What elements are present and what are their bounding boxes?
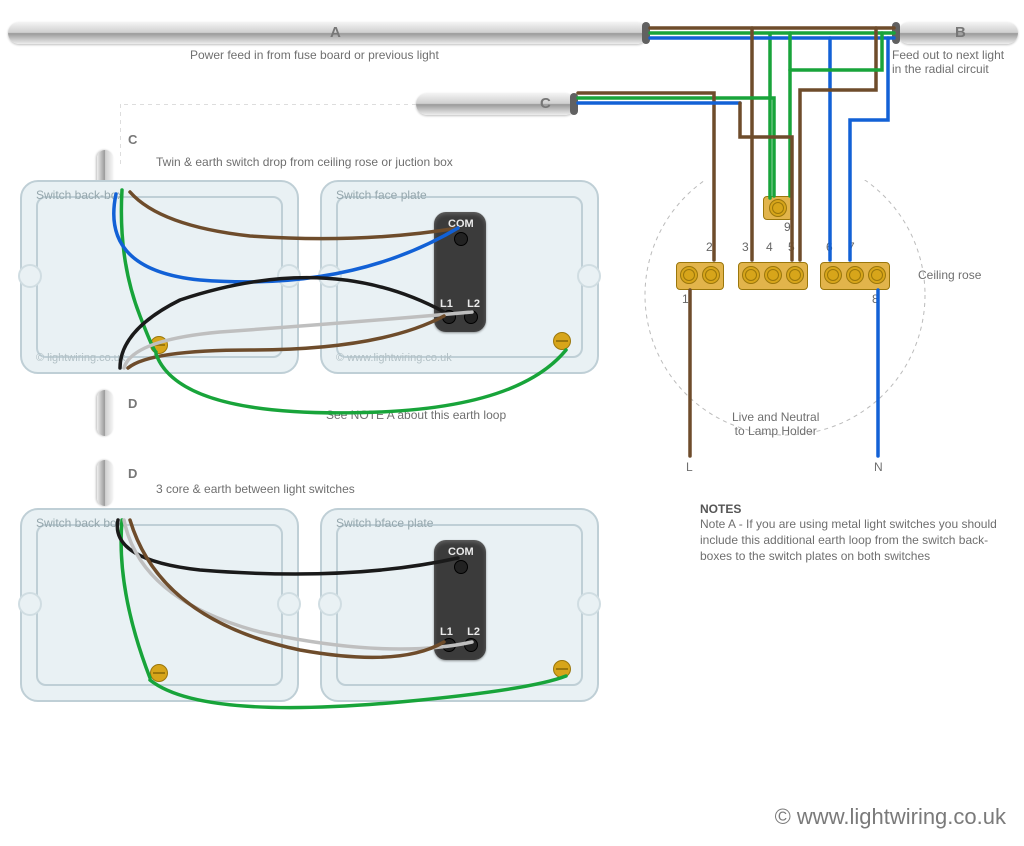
cable-C-desc: Twin & earth switch drop from ceiling ro… — [156, 155, 453, 169]
cable-C-vert-letter: C — [128, 132, 137, 147]
earth-terminal-1 — [150, 336, 168, 354]
N-label: N — [874, 460, 883, 474]
switch2-l1: L1 — [440, 626, 453, 638]
switch1-com: COM — [448, 218, 474, 230]
footer-copyright: © www.lightwiring.co.uk — [775, 804, 1006, 830]
back-box-1-label: Switch back-box — [36, 188, 123, 202]
cable-D-letter-2: D — [128, 466, 137, 481]
cable-A-end — [642, 22, 650, 44]
rose-n7: 7 — [848, 240, 855, 254]
rose-n8: 8 — [872, 292, 879, 306]
cable-A — [8, 22, 648, 44]
switch1-l1: L1 — [440, 298, 453, 310]
switch2-l2: L2 — [467, 626, 480, 638]
cable-C-letter: C — [540, 95, 551, 112]
lamp-holder-label: Live and Neutral to Lamp Holder — [732, 410, 819, 438]
cable-C-top — [416, 93, 576, 115]
switch1-l2: L2 — [467, 298, 480, 310]
back-box-2-label: Switch back box — [36, 516, 123, 530]
earth-terminal-face2 — [553, 660, 571, 678]
rose-n9: 9 — [784, 220, 791, 234]
note-a-inline: See NOTE A about this earth loop — [326, 408, 506, 422]
switch2-com: COM — [448, 546, 474, 558]
rose-n4: 4 — [766, 240, 773, 254]
switch-face-plate-1: Switch face plate © www.lightwiring.co.u… — [320, 180, 599, 374]
drop-dashed — [120, 104, 420, 184]
cable-C-top-end — [570, 93, 578, 115]
earth-terminal-face1 — [553, 332, 571, 350]
back-box-1-copy: © lightwiring.co.uk — [36, 352, 125, 364]
earth-terminal-2 — [150, 664, 168, 682]
cable-D-bot — [97, 460, 113, 506]
face-plate-1-copy: © www.lightwiring.co.uk — [336, 352, 452, 364]
rose-n6: 6 — [826, 240, 833, 254]
face-plate-1-label: Switch face plate — [336, 188, 427, 202]
cable-D-letter: D — [128, 396, 137, 411]
cable-B-desc: Feed out to next light in the radial cir… — [892, 48, 1004, 76]
cable-D-top — [97, 390, 113, 436]
switch-module-2: COM L1 L2 — [434, 540, 486, 660]
switch-module-1: COM L1 L2 — [434, 212, 486, 332]
cable-D-desc: 3 core & earth between light switches — [156, 482, 355, 496]
face-plate-2-label: Switch bface plate — [336, 516, 433, 530]
rose-n3: 3 — [742, 240, 749, 254]
ceiling-rose-area: 9 1 2 3 4 5 6 7 8 Ceiling rose Live and … — [620, 180, 1000, 480]
L-label: L — [686, 460, 693, 474]
cable-B-letter: B — [955, 24, 966, 41]
notes-body: Note A - If you are using metal light sw… — [700, 516, 1000, 565]
notes-heading: NOTES — [700, 502, 1000, 516]
rose-n5: 5 — [788, 240, 795, 254]
rose-n2: 2 — [706, 240, 713, 254]
rose-n1: 1 — [682, 292, 689, 306]
cable-A-desc: Power feed in from fuse board or previou… — [190, 48, 439, 62]
cable-A-letter: A — [330, 24, 341, 41]
switch-back-box-1: Switch back-box © lightwiring.co.uk — [20, 180, 299, 374]
switch-face-plate-2: Switch bface plate COM L1 L2 — [320, 508, 599, 702]
switch-back-box-2: Switch back box — [20, 508, 299, 702]
notes: NOTES Note A - If you are using metal li… — [700, 502, 1000, 565]
ceiling-rose-label: Ceiling rose — [918, 268, 981, 282]
cable-B-end — [892, 22, 900, 44]
